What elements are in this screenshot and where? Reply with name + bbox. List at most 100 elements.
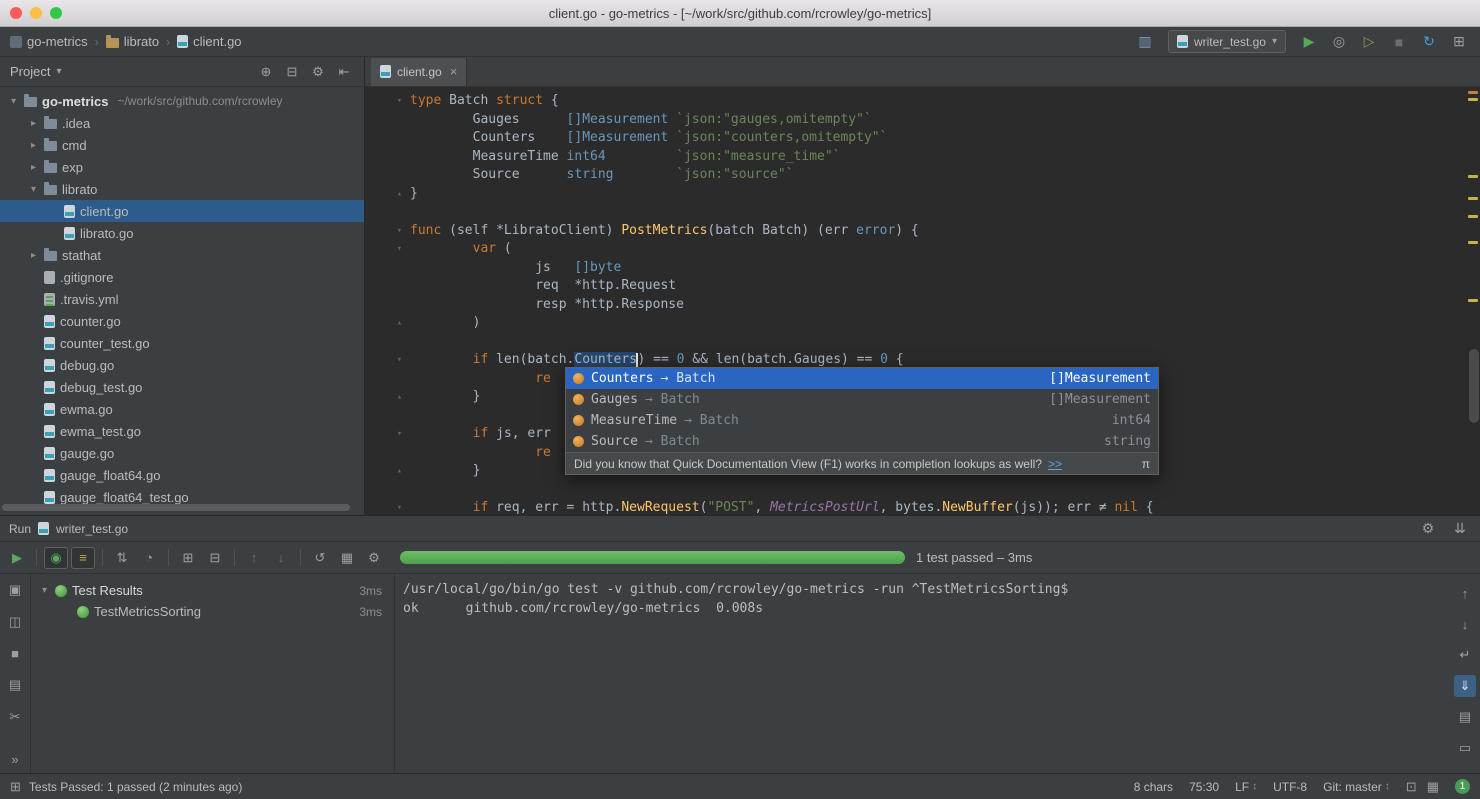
show-ignored-toggle[interactable]: ≡ xyxy=(71,546,95,569)
completion-item-MeasureTime[interactable]: MeasureTime → Batch int64 xyxy=(566,410,1158,431)
tree-item-.gitignore[interactable]: .gitignore xyxy=(0,266,364,288)
changes-view-icon[interactable]: ▥ xyxy=(1134,31,1156,53)
tree-item-cmd[interactable]: ▸ cmd xyxy=(0,134,364,156)
run-button[interactable]: ▶ xyxy=(1298,31,1320,53)
fold-marker-icon[interactable]: ▴ xyxy=(365,462,410,481)
run-with-coverage-button[interactable]: ◎ xyxy=(1328,31,1350,53)
editor-scrollbar[interactable] xyxy=(1469,349,1479,423)
close-tab-icon[interactable]: × xyxy=(450,64,458,79)
event-count-badge[interactable]: 1 xyxy=(1455,779,1470,794)
fold-marker-icon[interactable]: ▾ xyxy=(365,240,410,259)
minimize-window-button[interactable] xyxy=(30,7,42,19)
fold-marker-icon[interactable]: ▾ xyxy=(365,351,410,370)
warning-stripe-mark[interactable] xyxy=(1468,197,1478,200)
fold-marker-icon[interactable]: ▴ xyxy=(365,314,410,333)
status-caret-position[interactable]: 75:30 xyxy=(1189,780,1219,794)
test-framework-icon[interactable]: ◫ xyxy=(9,614,21,630)
status-selection-info[interactable]: 8 chars xyxy=(1134,780,1173,794)
run-console[interactable]: /usr/local/go/bin/go test -v github.com/… xyxy=(395,574,1450,773)
tree-item-counter.go[interactable]: counter.go xyxy=(0,310,364,332)
clear-console-icon[interactable]: ▭ xyxy=(1454,737,1476,759)
test-history-icon[interactable]: ↺ xyxy=(308,547,332,569)
tree-item-go-metrics[interactable]: ▾ go-metrics ~/work/src/github.com/rcrowle… xyxy=(0,90,364,112)
completion-item-Gauges[interactable]: Gauges → Batch []Measurement xyxy=(566,389,1158,410)
select-opened-file-icon[interactable]: ⊕ xyxy=(256,62,276,82)
warning-stripe-mark[interactable] xyxy=(1468,98,1478,101)
breadcrumb-item-client.go[interactable]: client.go xyxy=(177,34,242,49)
read-mode-icon[interactable]: ⊡ xyxy=(1406,779,1417,795)
stop-icon[interactable]: ■ xyxy=(11,646,19,661)
tree-item-client.go[interactable]: client.go xyxy=(0,200,364,222)
hidden-tabs-icon[interactable]: » xyxy=(11,752,18,767)
test-tree-item-TestMetricsSorting[interactable]: TestMetricsSorting 3ms xyxy=(31,601,394,622)
status-git-branch[interactable]: Git: master ↕ xyxy=(1323,780,1390,794)
profiler-button[interactable]: ▷ xyxy=(1358,31,1380,53)
tree-item-debug.go[interactable]: debug.go xyxy=(0,354,364,376)
tree-item-ewma.go[interactable]: ewma.go xyxy=(0,398,364,420)
tree-item-debug_test.go[interactable]: debug_test.go xyxy=(0,376,364,398)
scroll-up-icon[interactable]: ↑ xyxy=(1454,582,1476,604)
collapse-all-icon[interactable]: ⊟ xyxy=(203,547,227,569)
toolwindow-switcher-icon[interactable]: ⊞ xyxy=(10,779,21,795)
tree-item-gauge.go[interactable]: gauge.go xyxy=(0,442,364,464)
warning-stripe-mark[interactable] xyxy=(1468,175,1478,178)
warning-stripe-mark[interactable] xyxy=(1468,241,1478,244)
scroll-down-icon[interactable]: ↓ xyxy=(1454,613,1476,635)
collapse-all-icon[interactable]: ⊟ xyxy=(282,62,302,82)
show-passed-toggle[interactable]: ◉ xyxy=(44,546,68,569)
tree-item-counter_test.go[interactable]: counter_test.go xyxy=(0,332,364,354)
show-console-icon[interactable]: ▣ xyxy=(9,582,21,598)
sort-alphabetically-icon[interactable]: ⇅ xyxy=(110,547,134,569)
horizontal-scrollbar[interactable] xyxy=(2,504,350,511)
hint-more-link[interactable]: >> xyxy=(1048,457,1062,471)
project-view-selector[interactable]: Project xyxy=(10,64,50,79)
tree-item-stathat[interactable]: ▸ stathat xyxy=(0,244,364,266)
rerun-button[interactable]: ↻ xyxy=(1418,31,1440,53)
tree-item-.travis.yml[interactable]: .travis.yml xyxy=(0,288,364,310)
coverage-icon[interactable]: ▤ xyxy=(9,677,21,693)
previous-failed-test-icon[interactable]: ↑ xyxy=(242,547,266,569)
fold-marker-icon[interactable]: ▾ xyxy=(365,222,410,241)
hide-panel-icon[interactable]: ⇊ xyxy=(1449,518,1471,540)
fold-marker-icon[interactable]: ▾ xyxy=(365,92,410,111)
editor[interactable]: ▾ type Batch struct { Gauges []Measuremen… xyxy=(365,87,1480,515)
warning-stripe-mark[interactable] xyxy=(1468,91,1478,94)
close-window-button[interactable] xyxy=(10,7,22,19)
status-encoding[interactable]: UTF-8 xyxy=(1273,780,1307,794)
filter-icon[interactable]: ✂ xyxy=(10,709,21,725)
warning-stripe-mark[interactable] xyxy=(1468,215,1478,218)
completion-item-Counters[interactable]: Counters → Batch []Measurement xyxy=(566,368,1158,389)
soft-wrap-icon[interactable]: ↵ xyxy=(1454,644,1476,666)
tree-item-gauge_float64.go[interactable]: gauge_float64.go xyxy=(0,464,364,486)
tree-item-librato.go[interactable]: librato.go xyxy=(0,222,364,244)
sort-by-duration-icon[interactable]: ◔ xyxy=(137,547,161,569)
fold-marker-icon[interactable]: ▴ xyxy=(365,388,410,407)
fold-marker-icon[interactable]: ▾ xyxy=(365,499,410,515)
settings-icon[interactable]: ⚙ xyxy=(362,547,386,569)
expand-all-icon[interactable]: ⊞ xyxy=(176,547,200,569)
zoom-window-button[interactable] xyxy=(50,7,62,19)
tool-windows-layout-icon[interactable]: ⊞ xyxy=(1448,31,1470,53)
fold-marker-icon[interactable]: ▾ xyxy=(365,425,410,444)
fold-marker-icon[interactable]: ▴ xyxy=(365,185,410,204)
breadcrumb-item-librato[interactable]: librato xyxy=(105,34,159,49)
test-tree-item-Test-Results[interactable]: ▾ Test Results 3ms xyxy=(31,580,394,601)
hide-panel-icon[interactable]: ⇤ xyxy=(334,62,354,82)
tree-item-ewma_test.go[interactable]: ewma_test.go xyxy=(0,420,364,442)
scroll-to-end-icon[interactable]: ⇓ xyxy=(1454,675,1476,697)
tree-item-librato[interactable]: ▾ librato xyxy=(0,178,364,200)
run-config-selector[interactable]: writer_test.go ▾ xyxy=(1167,30,1286,53)
rerun-tests-button[interactable]: ▶ xyxy=(5,547,29,569)
next-failed-test-icon[interactable]: ↓ xyxy=(269,547,293,569)
settings-icon[interactable]: ⚙ xyxy=(308,62,328,82)
tree-item-exp[interactable]: ▸ exp xyxy=(0,156,364,178)
completion-item-Source[interactable]: Source → Batch string xyxy=(566,431,1158,452)
inspections-profile-icon[interactable]: ▦ xyxy=(1427,779,1439,795)
tab-client-go[interactable]: client.go × xyxy=(371,57,468,86)
print-icon[interactable]: ▤ xyxy=(1454,706,1476,728)
export-test-results-icon[interactable]: ▦ xyxy=(335,547,359,569)
settings-icon[interactable]: ⚙ xyxy=(1417,518,1439,540)
breadcrumb-item-go-metrics[interactable]: go-metrics xyxy=(10,34,88,49)
status-line-separator[interactable]: LF ↕ xyxy=(1235,780,1257,794)
tree-item-.idea[interactable]: ▸ .idea xyxy=(0,112,364,134)
